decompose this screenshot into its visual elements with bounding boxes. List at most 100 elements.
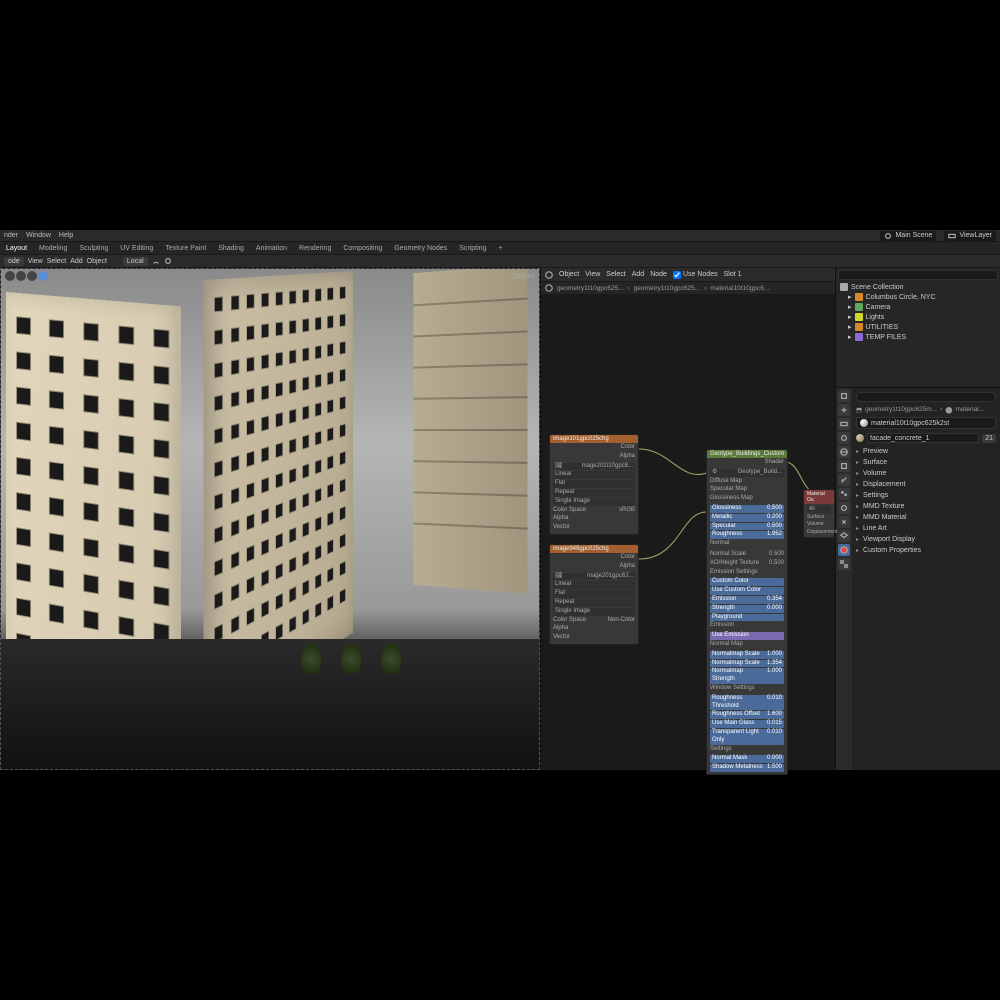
cam-icon — [855, 303, 863, 311]
shading-modes — [5, 271, 48, 281]
material-name-input[interactable] — [867, 433, 979, 443]
ne-add[interactable]: Add — [632, 271, 644, 278]
panel-displacement[interactable]: ▸Displacement — [856, 479, 996, 490]
panel-surface[interactable]: ▸Surface — [856, 457, 996, 468]
ne-select[interactable]: Select — [606, 271, 625, 278]
use-nodes-checkbox[interactable]: Use Nodes — [673, 271, 718, 279]
property-tabs — [836, 388, 852, 770]
toolbar-row: ode View Select Add Object Local — [0, 254, 1000, 268]
proportional-icon[interactable] — [164, 257, 172, 265]
tab-viewlayer-icon[interactable] — [838, 418, 850, 430]
ne-object[interactable]: Object — [559, 271, 579, 278]
material-output-node[interactable]: Material Ou All Surface Volume Displacem… — [803, 489, 835, 538]
tab-constraint-icon[interactable] — [838, 516, 850, 528]
material-ball-icon — [856, 434, 864, 442]
panel-viewport-display[interactable]: ▸Viewport Display — [856, 534, 996, 545]
node-title: Geotype_Buildings_Custom — [707, 450, 787, 458]
distant-building — [413, 269, 527, 593]
light-icon — [855, 313, 863, 321]
vp-add[interactable]: Add — [70, 258, 82, 265]
slot-selector[interactable]: Slot 1 — [724, 271, 742, 278]
tree-item[interactable]: ▸UTILITIES — [838, 322, 998, 332]
tab-compositing[interactable]: Compositing — [341, 245, 384, 252]
tab-uv[interactable]: UV Editing — [118, 245, 155, 252]
menu-help[interactable]: Help — [59, 232, 73, 239]
tab-modeling[interactable]: Modeling — [37, 245, 69, 252]
tree-scene-collection[interactable]: Scene Collection — [838, 282, 998, 292]
image-texture-node-2[interactable]: image949gpc025chg Color Alpha 🖼mage201gp… — [549, 544, 639, 645]
tab-output-icon[interactable] — [838, 404, 850, 416]
tab-data-icon[interactable] — [838, 530, 850, 542]
right-panel: Scene Collection ▸Columbus Circle, NYC▸C… — [835, 268, 1000, 770]
tab-sculpting[interactable]: Sculpting — [77, 245, 110, 252]
properties-panel: ⬒geometry1t10gpc625m...›⬤material... mat… — [836, 388, 1000, 770]
panel-volume[interactable]: ▸Volume — [856, 468, 996, 479]
bc-1[interactable]: geometry1t10gpc625... — [557, 285, 624, 292]
tab-scripting[interactable]: Scripting — [457, 245, 488, 252]
panel-mmd-texture[interactable]: ▸MMD Texture — [856, 501, 996, 512]
tab-layout[interactable]: Layout — [4, 245, 29, 252]
scene-icon — [884, 232, 892, 240]
viewport-options[interactable]: Options — [511, 273, 535, 280]
tree-item[interactable]: ▸Camera — [838, 302, 998, 312]
image-texture-node-1[interactable]: image101gpc025chg Color Alpha 🖼mage201t1… — [549, 434, 639, 535]
panel-line-art[interactable]: ▸Line Art — [856, 523, 996, 534]
tab-modifier-icon[interactable] — [838, 474, 850, 486]
material-slot[interactable]: material10t10gpc625k2st — [856, 417, 996, 429]
ne-node[interactable]: Node — [650, 271, 667, 278]
menu-bar: nder Window Help Main Scene ViewLayer — [0, 230, 1000, 242]
mode-dropdown[interactable]: ode — [4, 257, 24, 266]
tab-add[interactable]: + — [496, 245, 504, 252]
tab-geonodes[interactable]: Geometry Nodes — [392, 245, 449, 252]
viewlayer-selector[interactable]: ViewLayer — [944, 231, 996, 241]
ne-header: Object View Select Add Node Use Nodes Sl… — [541, 268, 835, 282]
editor-type-icon[interactable] — [545, 271, 553, 279]
ne-view[interactable]: View — [585, 271, 600, 278]
scene-selector[interactable]: Main Scene — [880, 231, 936, 241]
tab-physics-icon[interactable] — [838, 502, 850, 514]
node-title: image101gpc025chg — [550, 435, 638, 443]
tree-item[interactable]: ▸Lights — [838, 312, 998, 322]
snap-icon[interactable] — [152, 257, 160, 265]
panel-mmd-material[interactable]: ▸MMD Material — [856, 512, 996, 523]
shader-group-node[interactable]: Geotype_Buildings_Custom Shader ⚙Geotype… — [706, 449, 788, 775]
node-canvas[interactable]: image101gpc025chg Color Alpha 🖼mage201t1… — [541, 294, 835, 770]
orientation-dropdown[interactable]: Local — [123, 257, 148, 266]
vp-select[interactable]: Select — [47, 258, 66, 265]
material-properties: ⬒geometry1t10gpc625m...›⬤material... mat… — [852, 388, 1000, 770]
properties-search[interactable] — [856, 392, 996, 402]
panel-preview[interactable]: ▸Preview — [856, 446, 996, 457]
rendered-icon[interactable] — [38, 271, 48, 281]
bc-3[interactable]: material10t10gpc6... — [710, 285, 769, 292]
panel-settings[interactable]: ▸Settings — [856, 490, 996, 501]
panel-custom-properties[interactable]: ▸Custom Properties — [856, 545, 996, 556]
tab-particle-icon[interactable] — [838, 488, 850, 500]
wireframe-icon[interactable] — [5, 271, 15, 281]
tab-world-icon[interactable] — [838, 446, 850, 458]
tab-animation[interactable]: Animation — [254, 245, 289, 252]
tab-shading[interactable]: Shading — [216, 245, 246, 252]
menu-window[interactable]: Window — [26, 232, 51, 239]
tab-object-icon[interactable] — [838, 460, 850, 472]
outliner: Scene Collection ▸Columbus Circle, NYC▸C… — [836, 268, 1000, 388]
matprev-icon[interactable] — [27, 271, 37, 281]
material-user-count[interactable]: 21 — [982, 434, 996, 443]
viewport-3d[interactable]: Options — [0, 268, 540, 770]
tree-item[interactable]: ▸Columbus Circle, NYC — [838, 292, 998, 302]
material-preview-icon — [860, 419, 868, 427]
tab-material-icon[interactable] — [838, 544, 850, 556]
tab-texture-icon[interactable] — [838, 558, 850, 570]
outliner-search[interactable] — [838, 270, 998, 280]
material-name-field: 21 — [856, 433, 996, 443]
properties-breadcrumb: ⬒geometry1t10gpc625m...›⬤material... — [856, 406, 996, 414]
vp-view[interactable]: View — [28, 258, 43, 265]
tab-render-icon[interactable] — [838, 390, 850, 402]
vp-object[interactable]: Object — [87, 258, 107, 265]
bc-2[interactable]: geometry1t10gpc625... — [634, 285, 701, 292]
tree-item[interactable]: ▸TEMP FILES — [838, 332, 998, 342]
tab-texpaint[interactable]: Texture Paint — [163, 245, 208, 252]
solid-icon[interactable] — [16, 271, 26, 281]
tab-rendering[interactable]: Rendering — [297, 245, 333, 252]
tab-scene-icon[interactable] — [838, 432, 850, 444]
menu-blender[interactable]: nder — [4, 232, 18, 239]
